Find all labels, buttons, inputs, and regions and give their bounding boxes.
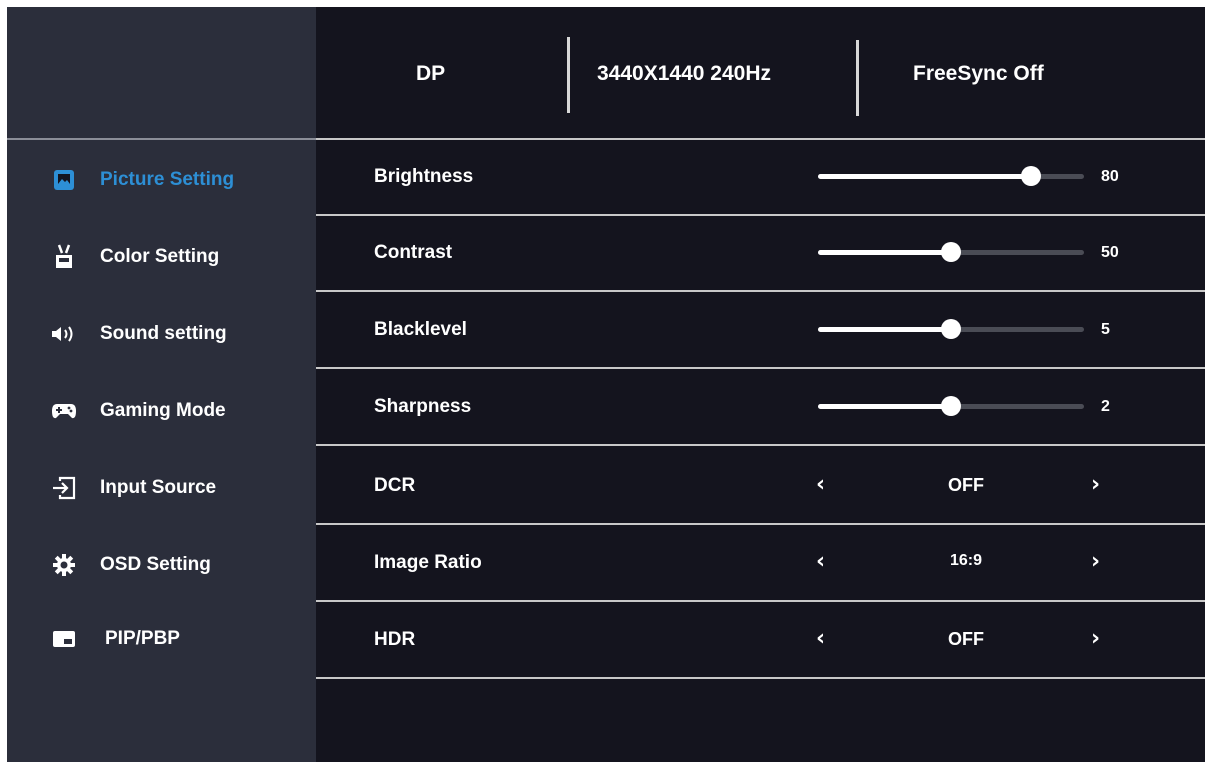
sidebar-item-picture-setting[interactable]: Picture Setting [7, 160, 316, 200]
sidebar-item-gaming-mode[interactable]: Gaming Mode [7, 391, 316, 431]
chevron-right-icon[interactable]: › [1091, 625, 1100, 653]
input-source-icon [51, 475, 77, 501]
setting-label: DCR [374, 475, 416, 496]
sidebar-item-sound-setting[interactable]: Sound setting [7, 314, 316, 354]
row-divider [316, 523, 1205, 525]
setting-label: Blacklevel [374, 319, 467, 340]
brightness-slider[interactable] [818, 166, 1084, 186]
slider-fill [818, 327, 951, 332]
option-value: OFF [948, 475, 984, 495]
color-icon [51, 244, 77, 270]
sidebar-item-label: PIP/PBP [105, 628, 180, 649]
input-status: DP [416, 62, 446, 85]
sidebar-item-label: Gaming Mode [100, 400, 226, 421]
resolution-status: 3440X1440 240Hz [597, 62, 771, 85]
setting-label: Image Ratio [374, 552, 482, 573]
setting-label: Sharpness [374, 396, 472, 417]
setting-row-brightness[interactable]: Brightness 80 [316, 140, 1205, 216]
sidebar-divider [7, 138, 316, 140]
slider-value: 80 [1101, 168, 1119, 185]
pip-icon [51, 626, 77, 652]
slider-knob[interactable] [941, 319, 961, 339]
status-header: DP 3440X1440 240Hz FreeSync Off [316, 7, 1205, 138]
sidebar-item-pip-pbp[interactable]: PIP/PBP [7, 619, 316, 659]
setting-row-hdr[interactable]: HDR ‹ OFF › [316, 603, 1205, 679]
chevron-left-icon[interactable]: ‹ [816, 625, 825, 653]
contrast-slider[interactable] [818, 242, 1084, 262]
row-divider [316, 290, 1205, 292]
sidebar-item-label: Color Setting [100, 246, 220, 267]
speaker-icon [51, 321, 77, 347]
option-value: 16:9 [949, 552, 983, 569]
gamepad-icon [51, 398, 77, 424]
row-divider [316, 600, 1205, 602]
chevron-right-icon[interactable]: › [1091, 471, 1100, 499]
setting-row-image-ratio[interactable]: Image Ratio ‹ 16:9 › [316, 526, 1205, 602]
sharpness-slider[interactable] [818, 396, 1084, 416]
sidebar-item-osd-setting[interactable]: OSD Setting [7, 545, 316, 585]
slider-value: 50 [1101, 244, 1119, 261]
slider-fill [818, 250, 951, 255]
slider-fill [818, 404, 951, 409]
blacklevel-slider[interactable] [818, 319, 1084, 339]
setting-row-contrast[interactable]: Contrast 50 [316, 216, 1205, 292]
setting-row-dcr[interactable]: DCR ‹ OFF › [316, 449, 1205, 525]
sidebar-item-input-source[interactable]: Input Source [7, 468, 316, 508]
setting-label: HDR [374, 629, 416, 650]
option-value: OFF [948, 629, 984, 649]
sidebar-item-label: Picture Setting [100, 169, 235, 190]
setting-label: Brightness [374, 166, 474, 187]
setting-row-sharpness[interactable]: Sharpness 2 [316, 370, 1205, 446]
row-divider [316, 367, 1205, 369]
sidebar-item-label: OSD Setting [100, 554, 211, 575]
header-divider [856, 40, 859, 116]
osd-menu: Picture Setting Color Setting Sound sett… [7, 7, 1205, 762]
row-divider [316, 677, 1205, 679]
picture-icon [51, 167, 77, 193]
setting-row-blacklevel[interactable]: Blacklevel 5 [316, 293, 1205, 369]
slider-knob[interactable] [1021, 166, 1041, 186]
slider-value: 2 [1101, 398, 1110, 415]
slider-value: 5 [1101, 321, 1110, 338]
slider-knob[interactable] [941, 396, 961, 416]
slider-fill [818, 174, 1031, 179]
chevron-left-icon[interactable]: ‹ [816, 548, 825, 576]
sidebar-item-color-setting[interactable]: Color Setting [7, 237, 316, 277]
row-divider [316, 444, 1205, 446]
chevron-right-icon[interactable]: › [1091, 548, 1100, 576]
gear-icon [51, 552, 77, 578]
sidebar: Picture Setting Color Setting Sound sett… [7, 7, 316, 762]
freesync-status: FreeSync Off [913, 62, 1044, 85]
slider-knob[interactable] [941, 242, 961, 262]
setting-label: Contrast [374, 242, 453, 263]
header-divider [567, 37, 570, 113]
sidebar-item-label: Input Source [100, 477, 217, 498]
chevron-left-icon[interactable]: ‹ [816, 471, 825, 499]
sidebar-item-label: Sound setting [100, 323, 227, 344]
